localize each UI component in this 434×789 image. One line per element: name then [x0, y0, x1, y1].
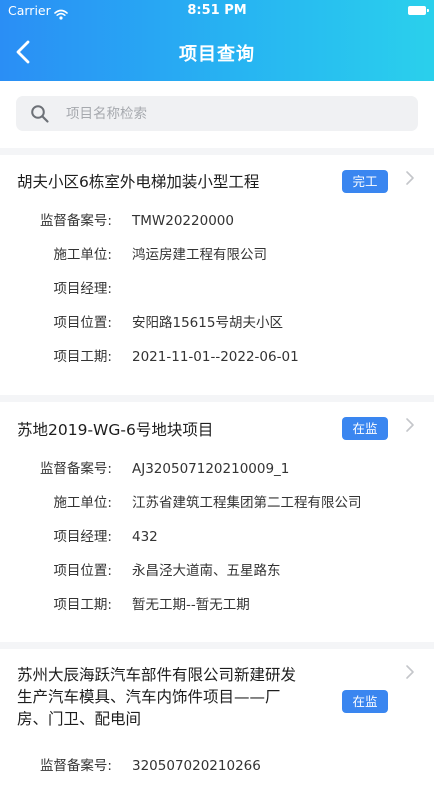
- status-badge: 在监: [342, 690, 388, 713]
- info-row-record-number: 监督备案号: TMW20220000: [0, 211, 434, 231]
- field-label: 项目工期:: [53, 597, 112, 613]
- field-label: 监督备案号:: [39, 758, 112, 774]
- project-card[interactable]: 苏地2019-WG-6号地块项目 在监 监督备案号: AJ32050712021…: [0, 402, 434, 642]
- project-title-line: 生产汽车模具、汽车内饰件项目——厂: [17, 688, 281, 706]
- info-row-manager: 项目经理:: [0, 279, 434, 299]
- field-value: 暂无工期--暂无工期: [132, 597, 250, 613]
- field-label: 施工单位:: [53, 495, 112, 511]
- project-title-line: 苏州大辰海跃汽车部件有限公司新建研发: [17, 666, 297, 684]
- clock: 8:51 PM: [187, 3, 247, 18]
- field-label: 监督备案号:: [39, 213, 112, 229]
- field-value: 2021-11-01--2022-06-01: [132, 349, 299, 365]
- status-bar: Carrier 8:51 PM: [0, 0, 434, 24]
- page-title: 项目查询: [179, 44, 255, 65]
- chevron-right-icon: [406, 665, 414, 679]
- field-value: AJ320507120210009_1: [132, 461, 290, 477]
- field-value: 安阳路15615号胡夫小区: [132, 315, 283, 331]
- field-label: 项目经理:: [53, 529, 112, 545]
- search-area: [0, 81, 434, 148]
- header: Carrier 8:51 PM 项目查询: [0, 0, 434, 81]
- field-value: 江苏省建筑工程集团第二工程有限公司: [132, 495, 362, 511]
- info-row-location: 项目位置: 永昌泾大道南、五星路东: [0, 561, 434, 581]
- info-row-contractor: 施工单位: 江苏省建筑工程集团第二工程有限公司: [0, 493, 434, 513]
- field-value: 永昌泾大道南、五星路东: [132, 563, 281, 579]
- status-badge: 完工: [342, 170, 388, 193]
- info-row-record-number: 监督备案号: 320507020210266: [0, 756, 434, 776]
- field-label: 项目位置:: [53, 563, 112, 579]
- field-label: 监督备案号:: [39, 461, 112, 477]
- field-label: 施工单位:: [53, 247, 112, 263]
- search-icon: [30, 104, 50, 128]
- info-row-location: 项目位置: 安阳路15615号胡夫小区: [0, 313, 434, 333]
- battery-icon: [408, 6, 429, 15]
- project-card[interactable]: 苏州大辰海跃汽车部件有限公司新建研发 生产汽车模具、汽车内饰件项目——厂 房、门…: [0, 649, 434, 789]
- chevron-right-icon: [406, 171, 414, 185]
- project-title-line: 房、门卫、配电间: [17, 710, 142, 728]
- project-card[interactable]: 胡夫小区6栋室外电梯加装小型工程 完工 监督备案号: TMW20220000 施…: [0, 155, 434, 395]
- field-value: 432: [132, 529, 158, 545]
- search-input[interactable]: [66, 96, 406, 131]
- project-title: 胡夫小区6栋室外电梯加装小型工程: [17, 173, 260, 191]
- info-row-duration: 项目工期: 暂无工期--暂无工期: [0, 595, 434, 615]
- info-row-record-number: 监督备案号: AJ320507120210009_1: [0, 459, 434, 479]
- info-row-manager: 项目经理: 432: [0, 527, 434, 547]
- field-value: TMW20220000: [132, 213, 234, 229]
- field-label: 项目经理:: [53, 281, 112, 297]
- search-box[interactable]: [16, 96, 418, 131]
- project-title: 苏州大辰海跃汽车部件有限公司新建研发 生产汽车模具、汽车内饰件项目——厂 房、门…: [17, 664, 347, 730]
- chevron-right-icon: [406, 418, 414, 432]
- info-row-contractor: 施工单位: 鸿运房建工程有限公司: [0, 245, 434, 265]
- field-value: 320507020210266: [132, 758, 261, 774]
- project-title: 苏地2019-WG-6号地块项目: [17, 421, 214, 439]
- info-row-duration: 项目工期: 2021-11-01--2022-06-01: [0, 347, 434, 367]
- field-value: 鸿运房建工程有限公司: [132, 247, 267, 263]
- field-label: 项目工期:: [53, 349, 112, 365]
- status-badge: 在监: [342, 417, 388, 440]
- field-label: 项目位置:: [53, 315, 112, 331]
